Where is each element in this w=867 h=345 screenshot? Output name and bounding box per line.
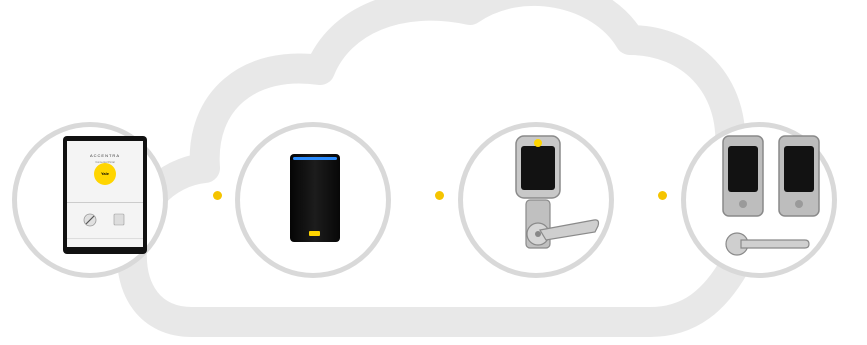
tablet-circle: ACCENTRA Connected Portal Yale — [12, 122, 168, 278]
connector-dot-3 — [658, 191, 667, 200]
deadbolt-locks-icon — [722, 135, 820, 256]
lever-lock-icon — [515, 135, 600, 249]
connector-dot-2 — [435, 191, 444, 200]
tablet-app-title: ACCENTRA — [89, 153, 120, 158]
card-reader-icon — [290, 154, 340, 242]
connected-devices-illustration: ACCENTRA Connected Portal Yale — [0, 0, 867, 345]
deadbolt-locks-circle — [681, 122, 837, 278]
tablet-app-subtitle: Connected Portal — [95, 161, 115, 164]
tablet-device-icon — [63, 136, 147, 254]
card-reader-circle — [235, 122, 391, 278]
tablet-yale-logo: Yale — [100, 171, 109, 176]
lever-lock-circle — [458, 122, 614, 278]
connector-dot-1 — [213, 191, 222, 200]
